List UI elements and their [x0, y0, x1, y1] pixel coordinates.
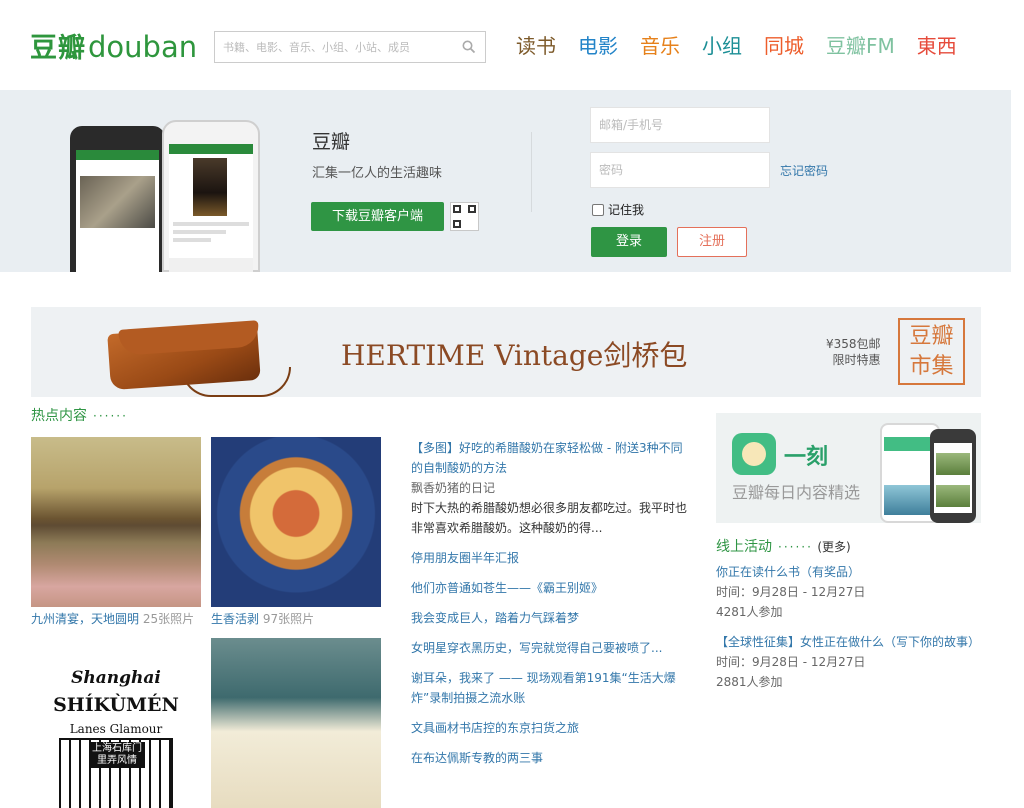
remember-checkbox[interactable] [592, 203, 604, 216]
event-item: 你正在读什么书（有奖品） 时间：9月28日 - 12月27日 4281人参加 [716, 562, 1006, 622]
market-ad-banner[interactable]: HERTIME Vintage剑桥包 ¥358包邮 限时特惠 豆瓣 市集 [31, 307, 981, 397]
events-title-text: 线上活动 [716, 539, 772, 555]
product-nav: 读书 电影 音乐 小组 同城 豆瓣FM 東西 [516, 33, 957, 59]
photo-album-tile[interactable]: 生香活剥 97张照片 [211, 437, 381, 627]
feed-link[interactable]: 在布达佩斯专教的两三事 [411, 748, 687, 768]
intro-slogan: 汇集一亿人的生活趣味 [312, 166, 443, 181]
ad-price: ¥358包邮 限时特惠 [826, 336, 881, 368]
feed-lead-title[interactable]: 【多图】好吃的希腊酸奶在家轻松做 - 附送3种不同的自制酸奶的方法 [411, 438, 687, 478]
nav-movie[interactable]: 电影 [578, 33, 618, 59]
yike-phone-image [930, 429, 976, 523]
events-title-dots: ······ [778, 540, 813, 554]
feed-item: 在布达佩斯专教的两三事 [411, 748, 687, 768]
events-more-link[interactable]: (更多) [817, 540, 850, 554]
hot-title-text: 热点内容 [31, 408, 87, 424]
ad-sale-text: 限时特惠 [832, 353, 881, 367]
feed-lead: 【多图】好吃的希腊酸奶在家轻松做 - 附送3种不同的自制酸奶的方法 飘香奶猪的日… [411, 438, 687, 538]
poster-text: SHÍKÙMÉN [53, 694, 179, 716]
event-count: 4281人参加 [716, 605, 783, 619]
event-link[interactable]: 你正在读什么书（有奖品） [716, 562, 1006, 582]
event-item: 【全球性征集】女性正在做什么（写下你的故事） 时间：9月28日 - 12月27日… [716, 632, 1006, 692]
hot-feed: 【多图】好吃的希腊酸奶在家轻松做 - 附送3种不同的自制酸奶的方法 飘香奶猪的日… [411, 438, 687, 768]
remember-label: 记住我 [608, 203, 645, 217]
event-link[interactable]: 【全球性征集】女性正在做什么（写下你的故事） [716, 632, 1006, 652]
album-title[interactable]: 生香活剥 [211, 612, 259, 626]
password-field [590, 152, 770, 188]
top-header: 豆瓣 douban 读书 电影 音乐 小组 同城 豆瓣FM 東西 [0, 0, 1024, 90]
feed-lead-summary: 时下大热的希腊酸奶想必很多朋友都吃过。我平时也非常喜欢希腊酸奶。这种酸奶的得..… [411, 501, 688, 535]
hot-section-title: 热点内容 ······ [31, 405, 128, 425]
feed-item: 我会变成巨人，踏着力气踩着梦 [411, 608, 687, 628]
feed-item: 停用朋友圈半年汇报 [411, 548, 687, 568]
nav-group[interactable]: 小组 [702, 33, 742, 59]
search-icon[interactable] [462, 40, 476, 54]
feed-link[interactable]: 谢耳朵，我来了 —— 现场观看第191集“生活大爆炸”录制拍摄之流水账 [411, 668, 687, 708]
nav-fm[interactable]: 豆瓣FM [826, 33, 895, 59]
logo-chinese: 豆瓣 [30, 33, 86, 64]
feed-link[interactable]: 我会变成巨人，踏着力气踩着梦 [411, 608, 687, 628]
photo-album-tile[interactable]: Shanghai SHÍKÙMÉN Lanes Glamour 上海石库门 里弄… [31, 638, 201, 808]
album-cover-image[interactable] [211, 437, 381, 607]
nav-dongxi[interactable]: 東西 [917, 33, 957, 59]
login-button[interactable]: 登录 [591, 227, 667, 257]
nav-music[interactable]: 音乐 [640, 33, 680, 59]
ad-price-text: ¥358包邮 [826, 337, 881, 351]
photo-album-tile[interactable]: 九州清宴，天地圆明 25张照片 [31, 437, 201, 627]
divider [531, 132, 532, 212]
album-cover-image[interactable]: Shanghai SHÍKÙMÉN Lanes Glamour 上海石库门 里弄… [31, 638, 201, 808]
album-caption[interactable]: 九州清宴，天地圆明 25张照片 [31, 610, 201, 627]
app-phones-illustration [70, 120, 265, 272]
qr-code-icon[interactable] [450, 202, 479, 231]
yike-name: 一刻 [784, 445, 829, 470]
market-stamp-logo: 豆瓣 市集 [898, 318, 965, 385]
feed-item: 女明星穿衣黑历史，写完就觉得自己要被喷了... [411, 638, 687, 658]
nav-book[interactable]: 读书 [516, 33, 556, 59]
hot-title-dots: ······ [93, 409, 128, 423]
yike-app-banner[interactable]: 一刻 豆瓣每日内容精选 [716, 413, 981, 523]
feed-link[interactable]: 文具画材书店控的东京扫货之旅 [411, 718, 687, 738]
intro-title: 豆瓣 [312, 131, 351, 153]
feed-item: 他们亦普通如苍生——《霸王别姬》 [411, 578, 687, 598]
poster-sign: 上海石库门 里弄风情 [89, 742, 145, 768]
account-field [590, 107, 770, 143]
photo-album-tile[interactable] [211, 638, 381, 808]
phone-back-image [70, 126, 165, 272]
stamp-line2: 市集 [909, 354, 954, 379]
download-app-button[interactable]: 下载豆瓣客户端 [311, 202, 444, 231]
phone-front-image [162, 120, 260, 272]
nav-local[interactable]: 同城 [764, 33, 804, 59]
search-box [214, 31, 486, 63]
event-time: 时间：9月28日 - 12月27日 [716, 655, 866, 669]
login-band: 豆瓣 汇集一亿人的生活趣味 下载豆瓣客户端 忘记密码 记住我 登录 注册 [0, 90, 1011, 272]
account-input[interactable] [591, 108, 769, 142]
album-count: 25张照片 [142, 612, 195, 626]
register-button[interactable]: 注册 [677, 227, 747, 257]
search-input[interactable] [215, 32, 455, 62]
feed-item: 谢耳朵，我来了 —— 现场观看第191集“生活大爆炸”录制拍摄之流水账 [411, 668, 687, 708]
feed-item: 文具画材书店控的东京扫货之旅 [411, 718, 687, 738]
stamp-line1: 豆瓣 [909, 324, 954, 349]
ad-title: HERTIME Vintage剑桥包 [341, 339, 688, 372]
yike-app-icon [732, 433, 776, 475]
feed-link[interactable]: 停用朋友圈半年汇报 [411, 548, 687, 568]
feed-link[interactable]: 女明星穿衣黑历史，写完就觉得自己要被喷了... [411, 638, 687, 658]
poster-text: Lanes Glamour [69, 722, 163, 736]
douban-logo[interactable]: 豆瓣 douban [30, 26, 197, 65]
album-caption[interactable]: 生香活剥 97张照片 [211, 610, 381, 627]
event-count: 2881人参加 [716, 675, 783, 689]
album-cover-image[interactable] [211, 638, 381, 808]
forgot-password-link[interactable]: 忘记密码 [780, 162, 828, 179]
remember-me[interactable]: 记住我 [592, 201, 644, 218]
album-cover-image[interactable] [31, 437, 201, 607]
album-title[interactable]: 九州清宴，天地圆明 [31, 612, 139, 626]
events-title: 线上活动 ······ (更多) [716, 536, 851, 556]
yike-desc: 豆瓣每日内容精选 [732, 483, 861, 502]
poster-text: Shanghai [71, 668, 161, 688]
password-input[interactable] [591, 153, 769, 187]
logo-english: douban [88, 30, 198, 64]
event-time: 时间：9月28日 - 12月27日 [716, 585, 866, 599]
album-count: 97张照片 [262, 612, 315, 626]
feed-link[interactable]: 他们亦普通如苍生——《霸王别姬》 [411, 578, 687, 598]
feed-lead-author: 飘香奶猪的日记 [411, 481, 496, 495]
